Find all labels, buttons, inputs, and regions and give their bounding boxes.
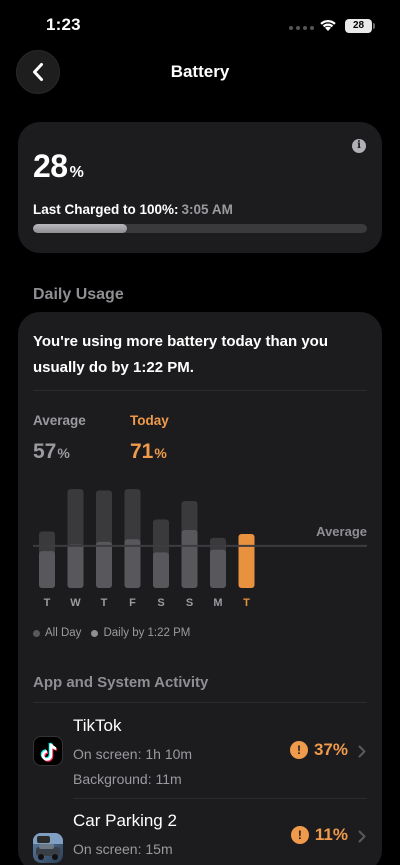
last-charged-time: 3:05 AM [181,202,233,217]
chart-legend: All Day Daily by 1:22 PM [33,627,190,639]
legend-label-by-time: Daily by 1:22 PM [103,627,191,639]
today-value-number: 71 [130,440,154,463]
average-line-label: Average [316,524,367,539]
bar-by-time [96,541,112,588]
legend-all-day: All Day [33,627,81,639]
info-icon[interactable]: i [352,139,366,153]
bar-today [238,533,255,588]
warning-icon: ! [290,826,309,844]
app-row-tiktok[interactable]: TikTok On screen: 1h 10m Background: 11m… [18,702,382,798]
app-usage-percent: ! 11% [290,825,348,845]
page-title: Battery [170,62,230,81]
usage-chart: T W T F S S M T Average [33,489,367,609]
app-row-car-parking[interactable]: Car Parking 2 On screen: 15m ! 11% [18,798,382,865]
bar-by-time [210,549,226,588]
day-tick-label: M [213,597,222,609]
battery-tip [373,23,375,29]
usage-message: You're using more battery today than you… [33,333,328,376]
bar-by-time [153,552,169,588]
average-label: Average [33,413,86,428]
app-background-time: Background: 11m [73,771,182,787]
charge-progress-bar [33,224,367,233]
chevron-right-icon [358,745,366,758]
day-tick-label: T [101,597,108,609]
average-value: 57% [33,440,70,464]
legend-by-time: Daily by 1:22 PM [91,627,190,639]
today-label: Today [130,413,169,428]
app-on-screen-time: On screen: 1h 10m [73,746,193,762]
bar-by-time [67,544,84,588]
today-unit: % [154,445,167,461]
charge-progress-fill [33,224,127,233]
app-usage-percent: ! 37% [289,740,348,760]
last-charged: Last Charged to 100%: 3:05 AM [33,202,233,217]
car-parking-icon [33,833,63,863]
day-tick-label: W [70,597,81,609]
app-name: Car Parking 2 [73,811,177,830]
battery-level-card: 28% i Last Charged to 100%: 3:05 AM [18,122,382,253]
cellular-signal-icon [289,26,314,30]
day-tick-label: T [243,597,250,609]
average-unit: % [57,445,70,461]
day-tick-label: S [186,597,193,609]
app-on-screen-time: On screen: 15m [73,841,173,857]
average-value-number: 57 [33,440,57,463]
battery-status-icon: 28 [345,19,372,33]
daily-usage-title: Daily Usage [33,286,124,303]
legend-dot-all-day [33,629,40,637]
divider [33,390,367,391]
battery-level-unit: % [69,164,84,181]
status-time: 1:23 [46,15,81,34]
activity-title: App and System Activity [33,674,209,691]
app-percent-value: 11% [314,825,348,844]
wifi-icon [320,19,336,31]
day-tick-label: T [44,597,51,609]
day-tick-label: F [129,597,136,609]
status-bar: 1:23 28 [0,0,400,50]
warning-icon: ! [289,741,308,759]
legend-dot-by-time [91,629,99,637]
last-charged-label: Last Charged to 100%: [33,202,179,217]
today-value: 71% [130,440,167,464]
bar-by-time [181,530,198,588]
bar-by-time [39,551,55,588]
battery-level-value: 28 [33,148,68,184]
battery-level: 28% [33,148,84,185]
tiktok-icon [33,736,63,766]
app-name: TikTok [73,716,122,735]
legend-label-all-day: All Day [45,627,82,639]
app-percent-value: 37% [313,740,348,759]
daily-usage-card: You're using more battery today than you… [18,312,382,865]
chevron-right-icon [358,830,366,843]
day-tick-label: S [157,597,164,609]
